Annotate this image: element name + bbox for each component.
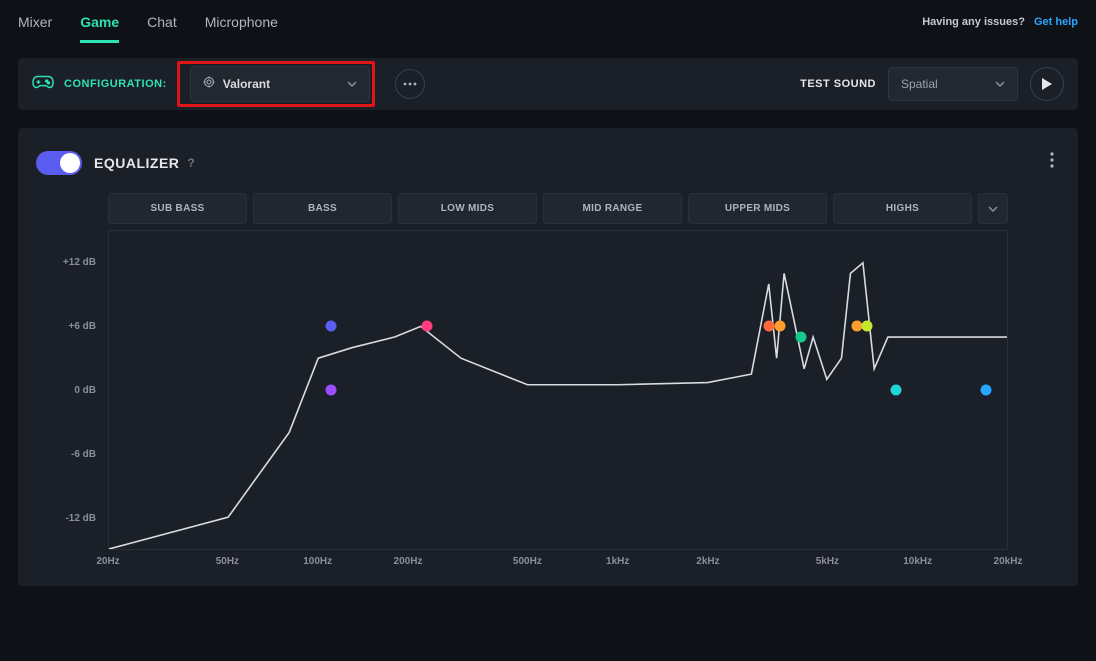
x-tick: 5kHz [816,556,839,567]
eq-point[interactable] [421,321,432,332]
gamepad-icon [32,74,54,95]
configuration-dropdown[interactable]: Valorant [190,66,370,102]
x-tick: 10kHz [903,556,932,567]
band-bass[interactable]: BASS [253,193,392,224]
target-icon [203,75,215,93]
x-tick: 200Hz [394,556,423,567]
configuration-value: Valorant [223,77,270,91]
y-tick: +6 dB [18,294,108,358]
configuration-bar: CONFIGURATION: Valorant TEST SOUND Spati… [18,58,1078,110]
configuration-label: CONFIGURATION: [64,78,167,90]
chevron-down-icon [347,79,357,89]
tab-game[interactable]: Game [80,2,119,43]
x-tick: 2kHz [696,556,719,567]
tab-mixer[interactable]: Mixer [18,2,52,43]
more-options-button[interactable] [395,69,425,99]
test-sound-value: Spatial [901,77,938,91]
equalizer-chart[interactable] [108,230,1008,550]
x-tick: 100Hz [303,556,332,567]
x-tick: 50Hz [216,556,239,567]
equalizer-title: EQUALIZER [94,155,179,171]
y-axis: +12 dB +6 dB 0 dB -6 dB -12 dB [18,230,108,550]
eq-point[interactable] [890,385,901,396]
y-tick: 0 dB [18,358,108,422]
x-tick: 20Hz [96,556,119,567]
highlight-box: Valorant [177,61,375,107]
equalizer-panel: EQUALIZER ? SUB BASS BASS LOW MIDS MID R… [18,128,1078,586]
tab-microphone[interactable]: Microphone [205,2,278,43]
x-tick: 500Hz [513,556,542,567]
y-tick: +12 dB [18,230,108,294]
eq-point[interactable] [980,385,991,396]
tab-bar: Mixer Game Chat Microphone Having any is… [0,0,1096,44]
band-low-mids[interactable]: LOW MIDS [398,193,537,224]
equalizer-menu-button[interactable] [1044,146,1060,179]
x-axis: 20Hz 50Hz 100Hz 200Hz 500Hz 1kHz 2kHz 5kHz 10kHz… [18,550,1078,572]
y-tick: -6 dB [18,422,108,486]
eq-point[interactable] [795,332,806,343]
test-sound-dropdown[interactable]: Spatial [888,67,1018,101]
help-lead: Having any issues? [922,16,1025,28]
equalizer-help-icon[interactable]: ? [187,156,194,170]
eq-point[interactable] [775,321,786,332]
play-test-sound-button[interactable] [1030,67,1064,101]
equalizer-toggle[interactable] [36,151,82,175]
x-tick: 20kHz [994,556,1023,567]
band-mid-range[interactable]: MID RANGE [543,193,682,224]
eq-point[interactable] [763,321,774,332]
tab-chat[interactable]: Chat [147,2,177,43]
help-block: Having any issues? Get help [922,16,1078,28]
band-highs[interactable]: HIGHS [833,193,972,224]
eq-point[interactable] [861,321,872,332]
get-help-link[interactable]: Get help [1034,16,1078,28]
band-tabs: SUB BASS BASS LOW MIDS MID RANGE UPPER M… [18,193,1078,224]
eq-point[interactable] [325,385,336,396]
band-upper-mids[interactable]: UPPER MIDS [688,193,827,224]
test-sound-label: TEST SOUND [800,78,876,90]
band-dropdown-button[interactable] [978,193,1008,224]
band-sub-bass[interactable]: SUB BASS [108,193,247,224]
y-tick: -12 dB [18,486,108,550]
x-tick: 1kHz [606,556,629,567]
eq-point[interactable] [325,321,336,332]
chevron-down-icon [995,79,1005,89]
